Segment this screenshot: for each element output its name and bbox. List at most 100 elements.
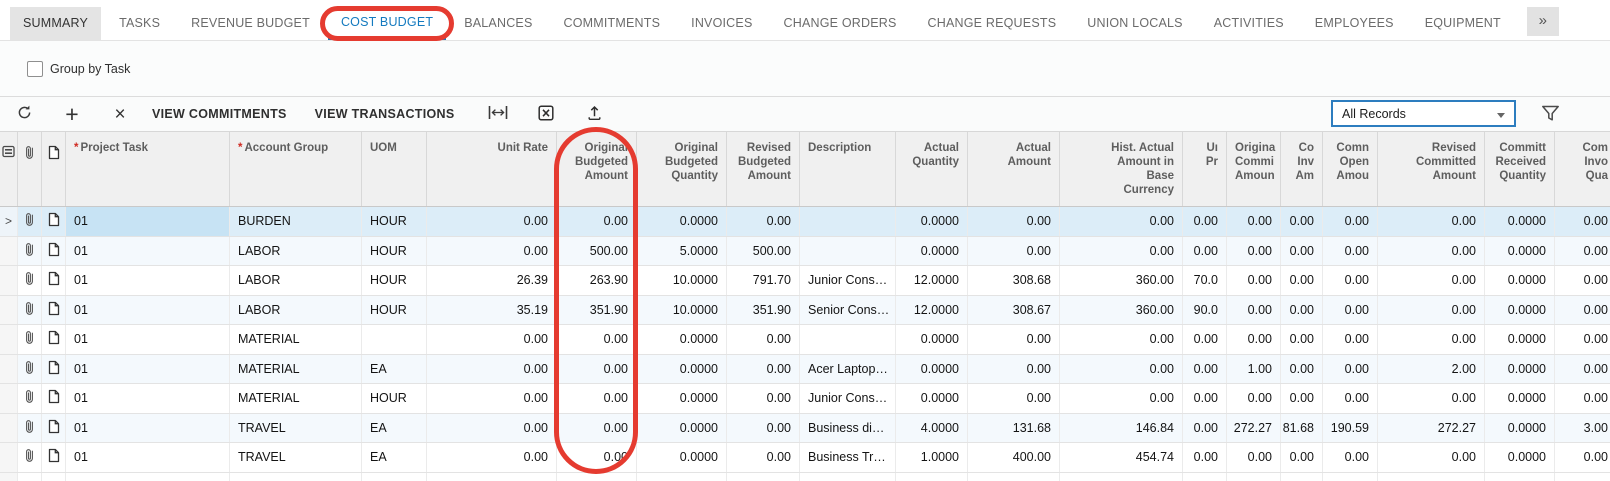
project-task-cell[interactable]: 01	[66, 414, 230, 443]
files-cell[interactable]	[18, 443, 42, 472]
hist-actual-amount-in-base-currency-cell[interactable]: 146.84	[1060, 414, 1183, 443]
committed-invoiced-quantity-cell[interactable]: 0.00	[1555, 443, 1610, 472]
description-cell[interactable]: Business di…	[800, 414, 896, 443]
export-button[interactable]	[578, 98, 610, 130]
uom-cell[interactable]	[362, 473, 427, 481]
filter-settings-button[interactable]	[1541, 105, 1560, 125]
committed-received-quantity-cell[interactable]: 0.0000	[1485, 443, 1555, 472]
original-budgeted-quantity-cell[interactable]: 0.0000	[637, 355, 727, 384]
files-cell[interactable]	[18, 355, 42, 384]
committed-open-amount-cell[interactable]: 0.00	[1323, 207, 1378, 236]
unit-price-cell[interactable]: 0.00	[1183, 384, 1227, 413]
original-budgeted-quantity-cell[interactable]	[637, 473, 727, 481]
unit-rate-cell[interactable]: 0.00	[427, 384, 557, 413]
committed-invoiced-amount-cell[interactable]: 0.00	[1281, 443, 1323, 472]
original-budgeted-quantity-cell[interactable]: 5.0000	[637, 237, 727, 266]
committed-received-quantity-cell[interactable]: 0.0000	[1485, 325, 1555, 354]
committed-invoiced-amount-cell[interactable]: 0.00	[1281, 325, 1323, 354]
committed-received-quantity-cell[interactable]: 0.0000	[1485, 384, 1555, 413]
committed-received-quantity-cell[interactable]: 0.0000	[1485, 296, 1555, 325]
notes-cell[interactable]	[42, 237, 66, 266]
uom-cell[interactable]: HOUR	[362, 266, 427, 295]
revised-budgeted-amount-cell[interactable]: 351.90	[727, 296, 800, 325]
unit-rate-cell[interactable]: 0.00	[427, 237, 557, 266]
revised-budgeted-amount-cell[interactable]: 500.00	[727, 237, 800, 266]
column-header-uom[interactable]: UOM	[362, 132, 427, 206]
notes-cell[interactable]	[42, 296, 66, 325]
hist-actual-amount-in-base-currency-cell[interactable]: 0.00	[1060, 384, 1183, 413]
notes-cell[interactable]	[42, 443, 66, 472]
committed-received-quantity-cell[interactable]: 0.0000	[1485, 237, 1555, 266]
actual-amount-cell[interactable]	[968, 473, 1060, 481]
column-header-files[interactable]	[18, 132, 42, 206]
unit-price-cell[interactable]: 0.00	[1183, 325, 1227, 354]
grid-row-8[interactable]: 01TRAVELEA0.000.000.00000.00Business di……	[0, 414, 1610, 444]
grid-row-5[interactable]: 01MATERIAL0.000.000.00000.000.00000.000.…	[0, 325, 1610, 355]
uom-cell[interactable]: EA	[362, 443, 427, 472]
original-committed-amount-cell[interactable]: 0.00	[1227, 207, 1281, 236]
actual-amount-cell[interactable]: 131.68	[968, 414, 1060, 443]
revised-committed-amount-cell[interactable]: 0.00	[1378, 237, 1485, 266]
description-cell[interactable]: Junior Cons…	[800, 384, 896, 413]
hist-actual-amount-in-base-currency-cell[interactable]: 0.00	[1060, 237, 1183, 266]
committed-open-amount-cell[interactable]: 0.00	[1323, 296, 1378, 325]
committed-invoiced-quantity-cell[interactable]: 0.00	[1555, 355, 1610, 384]
column-header-actual-amount[interactable]: Actual Amount	[968, 132, 1060, 206]
unit-rate-cell[interactable]: 0.00	[427, 325, 557, 354]
actual-amount-cell[interactable]: 0.00	[968, 237, 1060, 266]
actual-amount-cell[interactable]: 308.67	[968, 296, 1060, 325]
row-indicator-cell[interactable]	[0, 414, 18, 443]
original-committed-amount-cell[interactable]: 0.00	[1227, 443, 1281, 472]
committed-open-amount-cell[interactable]: 0.00	[1323, 443, 1378, 472]
tab-commitments[interactable]: COMMITMENTS	[551, 7, 674, 40]
group-by-task-checkbox[interactable]	[27, 61, 43, 77]
hist-actual-amount-in-base-currency-cell[interactable]: 0.00	[1060, 355, 1183, 384]
records-filter-dropdown[interactable]: All Records	[1331, 100, 1516, 127]
grid-row-3[interactable]: 01LABORHOUR26.39263.9010.0000791.70Junio…	[0, 266, 1610, 296]
original-budgeted-quantity-cell[interactable]: 0.0000	[637, 325, 727, 354]
committed-invoiced-quantity-cell[interactable]: 0.00	[1555, 325, 1610, 354]
committed-invoiced-amount-cell[interactable]: 81.68	[1281, 414, 1323, 443]
column-header-committed-invoiced-quantity[interactable]: Com Invo Qua	[1555, 132, 1610, 206]
column-header-hist-actual-amount-in-base-currency[interactable]: Hist. Actual Amount in Base Currency	[1060, 132, 1183, 206]
project-task-cell[interactable]: 01	[66, 355, 230, 384]
unit-rate-cell[interactable]: 0.00	[427, 414, 557, 443]
column-header-committed-received-quantity[interactable]: Committ Received Quantity	[1485, 132, 1555, 206]
original-committed-amount-cell[interactable]: 0.00	[1227, 384, 1281, 413]
committed-invoiced-amount-cell[interactable]: 0.00	[1281, 296, 1323, 325]
column-header-revised-budgeted-amount[interactable]: Revised Budgeted Amount	[727, 132, 800, 206]
account-group-cell[interactable]: LABOR	[230, 237, 362, 266]
column-header-original-budgeted-quantity[interactable]: Original Budgeted Quantity	[637, 132, 727, 206]
grid-row-9[interactable]: 01TRAVELEA0.000.000.00000.00Business Tr……	[0, 443, 1610, 473]
revised-committed-amount-cell[interactable]: 2.00	[1378, 355, 1485, 384]
original-budgeted-amount-cell[interactable]: 351.90	[557, 296, 637, 325]
unit-price-cell[interactable]: 0.00	[1183, 414, 1227, 443]
files-cell[interactable]	[18, 266, 42, 295]
column-header-unit-rate[interactable]: Unit Rate	[427, 132, 557, 206]
hist-actual-amount-in-base-currency-cell[interactable]: 0.00	[1060, 207, 1183, 236]
grid-row-1[interactable]: >01BURDENHOUR0.000.000.00000.000.00000.0…	[0, 207, 1610, 237]
hist-actual-amount-in-base-currency-cell[interactable]: 360.00	[1060, 296, 1183, 325]
unit-rate-cell[interactable]	[427, 473, 557, 481]
tab-activities[interactable]: ACTIVITIES	[1201, 7, 1297, 40]
selected-row-marker[interactable]: >	[0, 207, 18, 236]
tab-balances[interactable]: BALANCES	[451, 7, 545, 40]
committed-received-quantity-cell[interactable]: 0.0000	[1485, 266, 1555, 295]
original-budgeted-amount-cell[interactable]: 0.00	[557, 414, 637, 443]
original-committed-amount-cell[interactable]	[1227, 473, 1281, 481]
add-row-button[interactable]: +	[56, 98, 88, 130]
revised-budgeted-amount-cell[interactable]: 0.00	[727, 443, 800, 472]
export-excel-button[interactable]	[530, 98, 562, 130]
actual-quantity-cell[interactable]: 0.0000	[896, 207, 968, 236]
description-cell[interactable]: Junior Cons…	[800, 266, 896, 295]
notes-cell[interactable]	[42, 414, 66, 443]
unit-price-cell[interactable]: 0.00	[1183, 443, 1227, 472]
actual-quantity-cell[interactable]: 4.0000	[896, 414, 968, 443]
actual-quantity-cell[interactable]: 0.0000	[896, 384, 968, 413]
actual-quantity-cell[interactable]	[896, 473, 968, 481]
revised-budgeted-amount-cell[interactable]	[727, 473, 800, 481]
project-task-cell[interactable]: 01	[66, 207, 230, 236]
committed-invoiced-amount-cell[interactable]: 0.00	[1281, 384, 1323, 413]
actual-quantity-cell[interactable]: 0.0000	[896, 325, 968, 354]
uom-cell[interactable]: HOUR	[362, 384, 427, 413]
